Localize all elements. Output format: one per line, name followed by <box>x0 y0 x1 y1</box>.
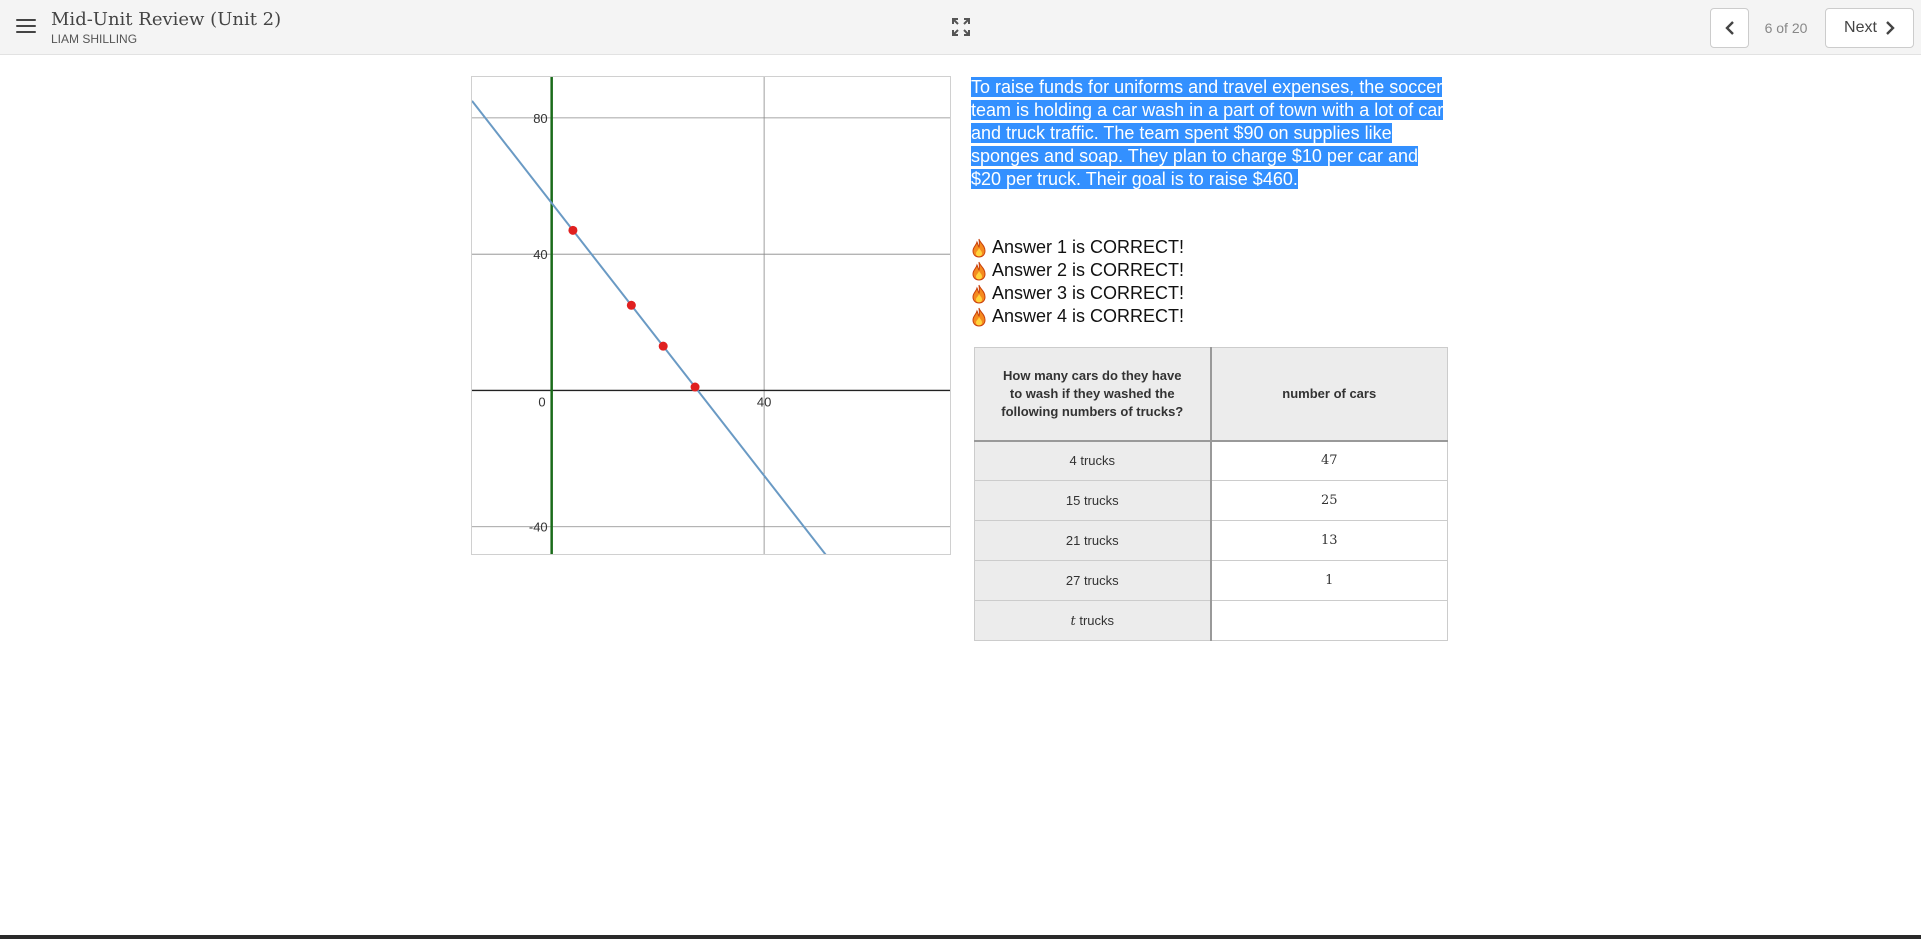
answer-feedback-item: Answer 4 is CORRECT! <box>971 305 1451 328</box>
previous-page-button[interactable] <box>1710 8 1749 48</box>
table-row: 15 trucks 25 <box>974 480 1448 521</box>
answer-text: Answer 4 is CORRECT! <box>992 306 1185 326</box>
data-point <box>568 225 578 235</box>
answer-text: Answer 2 is CORRECT! <box>992 260 1185 280</box>
chevron-right-icon <box>1886 21 1895 35</box>
problem-text: To raise funds for uniforms and travel e… <box>971 76 1451 191</box>
student-name: LIAM SHILLING <box>51 32 138 46</box>
y-tick-label: 40 <box>533 247 547 262</box>
answer-feedback-item: Answer 3 is CORRECT! <box>971 282 1451 305</box>
answer-text: Answer 1 is CORRECT! <box>992 237 1185 257</box>
table-header-value: number of cars <box>1210 347 1448 442</box>
data-point <box>690 382 700 392</box>
trucks-cell: 15 trucks <box>974 480 1212 521</box>
y-tick-label: 80 <box>533 111 547 126</box>
answer-feedback-item: Answer 1 is CORRECT! <box>971 236 1451 259</box>
model-line <box>472 100 827 554</box>
answer-feedback-item: Answer 2 is CORRECT! <box>971 259 1451 282</box>
x-tick-label: 40 <box>757 394 771 409</box>
cars-cell[interactable]: 25 <box>1210 480 1448 521</box>
tick-label-origin: 0 <box>538 394 545 409</box>
page-indicator: 6 of 20 <box>1764 20 1808 36</box>
chevron-left-icon <box>1724 21 1734 35</box>
table-row-variable: t trucks <box>974 600 1448 641</box>
variable-trucks-cell: t trucks <box>974 600 1212 641</box>
answer-feedback-list: Answer 1 is CORRECT! Answer 2 is CORRECT!… <box>971 236 1451 328</box>
fire-icon <box>972 261 986 281</box>
fire-icon <box>972 238 986 258</box>
variable-cars-cell[interactable] <box>1210 600 1448 641</box>
trucks-cell: 21 trucks <box>974 520 1212 561</box>
graph-panel[interactable]: 0 40 80 40 -40 <box>471 76 951 555</box>
fire-icon <box>972 284 986 304</box>
top-bar: Mid-Unit Review (Unit 2) LIAM SHILLING 6… <box>0 0 1921 55</box>
data-point <box>626 300 636 310</box>
next-page-button[interactable]: Next <box>1825 8 1914 48</box>
y-tick-label: -40 <box>529 520 548 535</box>
table-header-question: How many cars do they have to wash if th… <box>974 347 1212 442</box>
trucks-cell: 27 trucks <box>974 560 1212 601</box>
cars-cell[interactable]: 47 <box>1210 440 1448 481</box>
cars-cell[interactable]: 1 <box>1210 560 1448 601</box>
next-label: Next <box>1844 19 1877 36</box>
line-graph: 0 40 80 40 -40 <box>472 77 950 554</box>
answer-text: Answer 3 is CORRECT! <box>992 283 1185 303</box>
cars-trucks-table: How many cars do they have to wash if th… <box>974 347 1448 641</box>
assignment-title: Mid-Unit Review (Unit 2) <box>51 9 282 30</box>
table-row: 21 trucks 13 <box>974 520 1448 561</box>
problem-statement: To raise funds for uniforms and travel e… <box>971 77 1444 189</box>
fire-icon <box>972 307 986 327</box>
bottom-strip <box>0 935 1921 939</box>
table-row: 4 trucks 47 <box>974 440 1448 481</box>
trucks-cell: 4 trucks <box>974 440 1212 481</box>
hamburger-menu-icon[interactable] <box>16 16 36 36</box>
cars-cell[interactable]: 13 <box>1210 520 1448 561</box>
expand-icon[interactable] <box>951 17 971 37</box>
table-row: 27 trucks 1 <box>974 560 1448 601</box>
data-point <box>658 341 668 351</box>
